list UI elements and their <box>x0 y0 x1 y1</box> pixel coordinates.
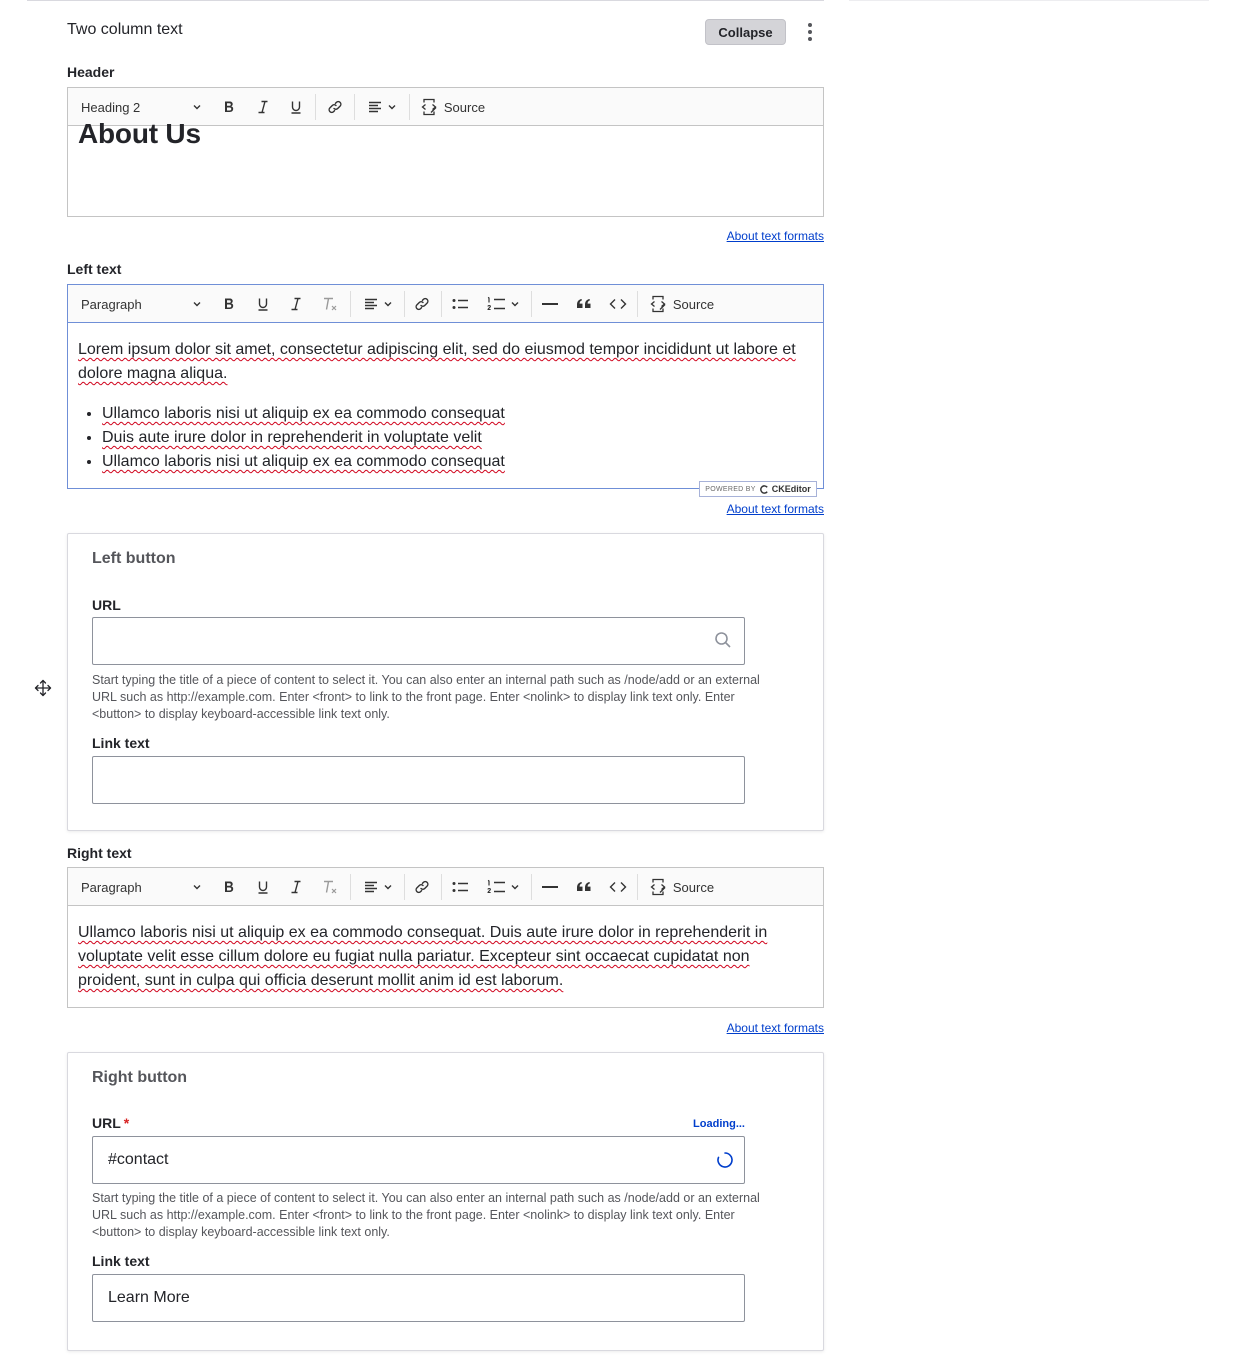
list-item: Duis aute irure dolor in reprehenderit i… <box>102 426 813 450</box>
right-button-url-help: Start typing the title of a piece of con… <box>92 1191 760 1239</box>
heading-select[interactable]: Heading 2 <box>74 94 208 120</box>
code-icon[interactable] <box>607 285 629 323</box>
left-button-link-text-input[interactable] <box>92 756 745 804</box>
left-button-title: Left button <box>92 550 176 567</box>
ckeditor-badge[interactable]: POWERED BY CKEditor <box>699 481 817 497</box>
list-item: Ullamco laboris nisi ut aliquip ex ea co… <box>102 450 813 474</box>
kebab-icon[interactable] <box>803 22 817 42</box>
source-icon <box>650 878 666 896</box>
link-icon[interactable] <box>411 868 433 906</box>
bold-icon[interactable] <box>218 88 240 126</box>
sidebar-divider <box>849 0 1209 1</box>
italic-icon[interactable] <box>285 868 307 906</box>
source-button[interactable]: Source <box>646 285 716 323</box>
search-icon <box>715 632 731 648</box>
panel-top-divider <box>27 0 824 1</box>
left-button-url-help: Start typing the title of a piece of con… <box>92 673 760 721</box>
source-button[interactable]: Source <box>646 868 716 906</box>
left-text-content[interactable]: Lorem ipsum dolor sit amet, consectetur … <box>68 323 823 474</box>
header-content[interactable]: About Us <box>78 118 201 150</box>
source-icon <box>421 98 437 116</box>
underline-icon[interactable] <box>252 868 274 906</box>
left-text-toolbar: Paragraph Source <box>68 285 823 323</box>
horizontal-line-icon[interactable] <box>539 868 561 906</box>
right-button-fieldset: Right button URL * Loading... #contact St… <box>67 1052 824 1351</box>
paragraph-type-title: Two column text <box>67 21 183 38</box>
right-text-about-text-formats-link[interactable]: About text formats <box>727 1021 824 1035</box>
numbered-list-icon[interactable] <box>482 868 524 906</box>
right-button-link-text-label: Link text <box>92 1253 150 1269</box>
header-editor: Heading 2 Source About Us <box>67 87 824 217</box>
source-icon <box>650 295 666 313</box>
left-text-paragraph: Lorem ipsum dolor sit amet, consectetur … <box>78 341 796 382</box>
heading-select-value: Heading 2 <box>81 99 141 115</box>
left-button-link-text-label: Link text <box>92 735 150 751</box>
underline-icon[interactable] <box>285 88 307 126</box>
paragraph-select[interactable]: Paragraph <box>74 291 208 317</box>
left-text-list: Ullamco laboris nisi ut aliquip ex ea co… <box>78 402 813 474</box>
code-icon[interactable] <box>607 868 629 906</box>
left-text-about-text-formats-link[interactable]: About text formats <box>727 502 824 516</box>
italic-icon[interactable] <box>285 285 307 323</box>
remove-format-icon[interactable] <box>319 868 341 906</box>
bold-icon[interactable] <box>218 868 240 906</box>
chevron-down-icon <box>193 105 201 110</box>
right-text-toolbar: Paragraph Source <box>68 868 823 906</box>
align-icon[interactable] <box>362 88 402 126</box>
right-text-paragraph: Ullamco laboris nisi ut aliquip ex ea co… <box>78 924 768 989</box>
spinner-icon <box>717 1152 733 1168</box>
numbered-list-icon[interactable] <box>482 285 524 323</box>
right-button-url-input[interactable]: #contact <box>92 1136 745 1184</box>
ckeditor-logo-icon <box>759 484 768 494</box>
required-marker: * <box>123 1115 130 1131</box>
blockquote-icon[interactable] <box>573 868 595 906</box>
underline-icon[interactable] <box>252 285 274 323</box>
italic-icon[interactable] <box>252 88 274 126</box>
align-icon[interactable] <box>358 285 398 323</box>
link-icon[interactable] <box>411 285 433 323</box>
horizontal-line-icon[interactable] <box>539 285 561 323</box>
header-about-text-formats-link[interactable]: About text formats <box>727 229 824 243</box>
list-item: Ullamco laboris nisi ut aliquip ex ea co… <box>102 402 813 426</box>
left-button-url-label: URL <box>92 597 121 613</box>
remove-format-icon[interactable] <box>319 285 341 323</box>
bulleted-list-icon[interactable] <box>449 868 471 906</box>
chevron-down-icon <box>193 885 201 890</box>
right-button-title: Right button <box>92 1069 188 1086</box>
right-text-editor: Paragraph Source Ullamco laboris nisi ut… <box>67 867 824 1008</box>
left-button-url-input[interactable] <box>92 617 745 665</box>
paragraph-select-value: Paragraph <box>81 879 142 895</box>
link-icon[interactable] <box>324 88 346 126</box>
paragraph-select[interactable]: Paragraph <box>74 874 208 900</box>
collapse-button[interactable]: Collapse <box>705 19 786 45</box>
left-text-editor: Paragraph Source Lorem ipsum dolor sit a… <box>67 284 824 489</box>
paragraph-select-value: Paragraph <box>81 296 142 312</box>
loading-indicator: Loading... <box>693 1118 745 1130</box>
right-text-label: Right text <box>67 845 132 861</box>
align-icon[interactable] <box>358 868 398 906</box>
left-text-label: Left text <box>67 261 122 277</box>
chevron-down-icon <box>193 302 201 307</box>
bold-icon[interactable] <box>218 285 240 323</box>
header-label: Header <box>67 64 115 80</box>
blockquote-icon[interactable] <box>573 285 595 323</box>
right-text-content[interactable]: Ullamco laboris nisi ut aliquip ex ea co… <box>68 906 823 993</box>
drag-handle-icon[interactable] <box>33 678 53 698</box>
left-button-fieldset: Left button URL Start typing the title o… <box>67 533 824 831</box>
bulleted-list-icon[interactable] <box>449 285 471 323</box>
source-button[interactable]: Source <box>417 88 487 126</box>
right-button-link-text-input[interactable]: Learn More <box>92 1274 745 1322</box>
right-button-url-label: URL * <box>92 1115 130 1131</box>
